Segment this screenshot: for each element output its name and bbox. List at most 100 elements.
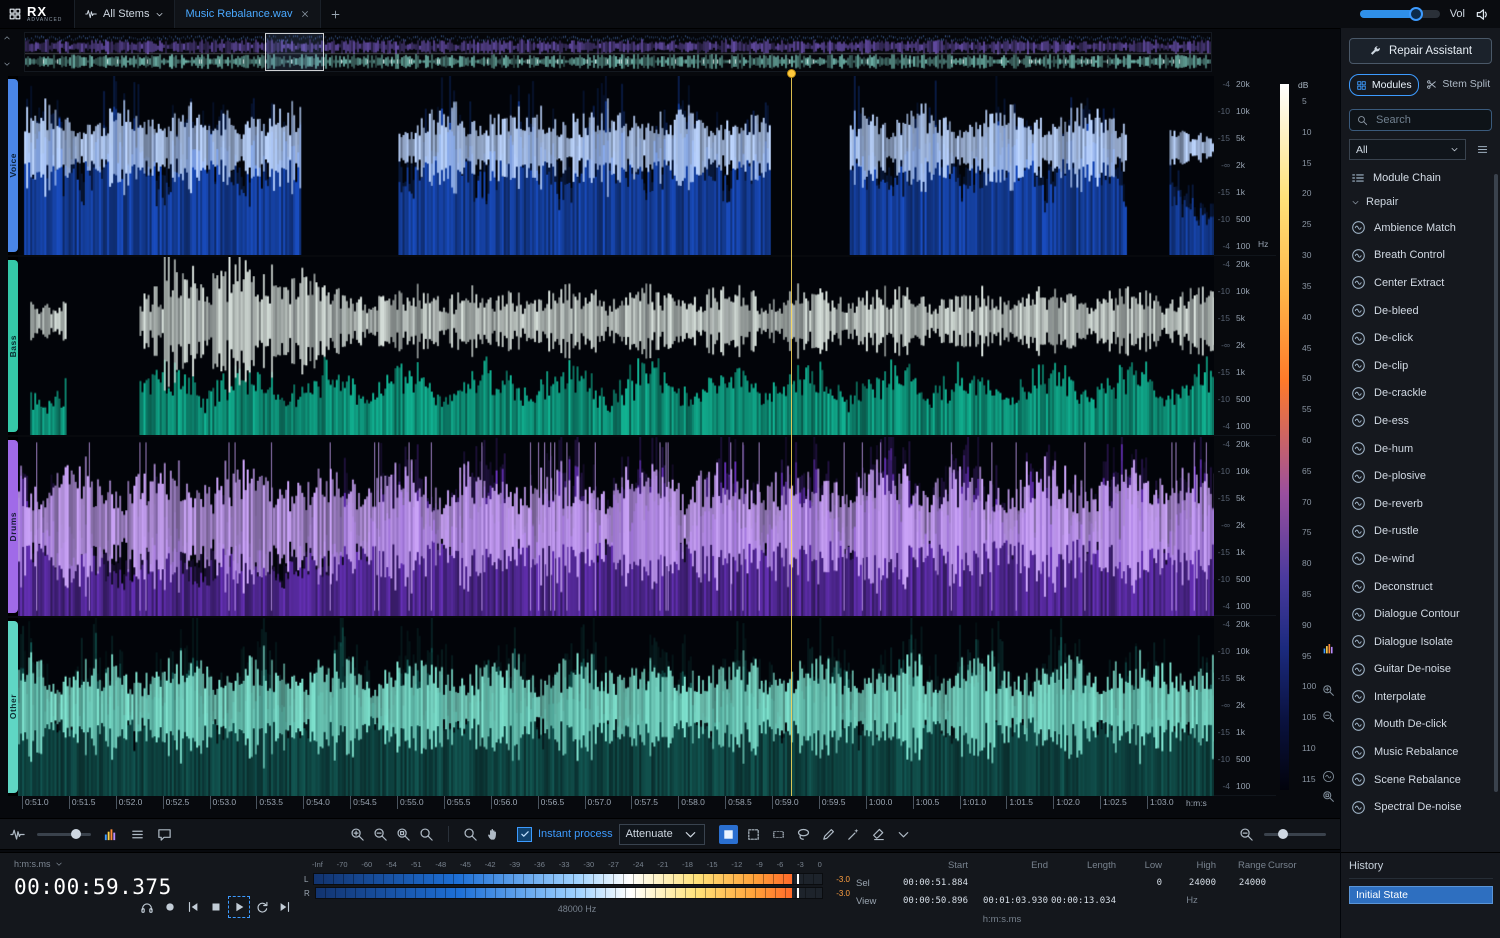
speaker-icon[interactable] [1475,7,1490,22]
range-value[interactable]: 24000 [1216,878,1266,888]
eraser-tool[interactable] [869,825,888,844]
module-search[interactable] [1349,109,1492,131]
frequency-ruler[interactable]: -420k-1010k-155k-∞2k-151k-10500-4100 -42… [1214,76,1276,796]
voice-spectrogram[interactable] [18,76,1222,255]
module-item[interactable]: Scene Rebalance [1349,766,1492,794]
tab-stem-split[interactable]: Stem Split [1425,74,1493,94]
h-zoom-knob[interactable] [1278,829,1288,839]
stem-tab-voice[interactable]: Voice [8,79,18,252]
tab-modules[interactable]: Modules [1349,74,1419,96]
time-frequency-select-tool[interactable] [719,825,738,844]
module-item[interactable]: De-click [1349,324,1492,352]
meters-panel-toggle-icon[interactable] [10,827,25,842]
history-item-selected[interactable]: Initial State [1349,886,1493,904]
spectrogram-settings-icon[interactable] [103,827,118,842]
vertical-zoom-selection-icon[interactable] [1322,790,1335,803]
expand-down-icon[interactable] [2,60,12,68]
module-chain-item[interactable]: Module Chain [1349,165,1492,191]
overview-waveform[interactable] [24,32,1212,72]
h-zoom-out-icon[interactable] [1239,827,1254,842]
module-item[interactable]: Guitar De-noise [1349,656,1492,684]
search-input[interactable] [1374,113,1484,127]
lasso-tool[interactable] [794,825,813,844]
low-value[interactable]: 0 [1118,878,1162,888]
record-button[interactable] [163,900,177,914]
module-item[interactable]: De-hum [1349,435,1492,463]
module-item[interactable]: De-plosive [1349,462,1492,490]
clip-comment-icon[interactable] [157,827,172,842]
monitor-headphones-button[interactable] [140,900,154,914]
layout-list-icon[interactable] [130,827,145,842]
module-item[interactable]: Music Rebalance [1349,738,1492,766]
module-item[interactable]: Interpolate [1349,683,1492,711]
module-item[interactable]: De-rustle [1349,518,1492,546]
overview-expand-controls[interactable] [2,34,22,68]
play-button[interactable] [232,900,246,914]
zoom-in-icon[interactable] [350,827,365,842]
sidebar-scrollbar[interactable] [1494,174,1498,792]
module-item[interactable]: De-wind [1349,545,1492,573]
spectrogram-colorbar[interactable] [1280,84,1289,790]
go-to-end-button[interactable] [278,900,292,914]
time-ruler[interactable]: 0:51.00:51.50:52.00:52.50:53.00:53.50:54… [22,796,1174,809]
module-item[interactable]: Dialogue Isolate [1349,628,1492,656]
repair-assistant-button[interactable]: Repair Assistant [1349,38,1492,64]
module-item[interactable]: De-crackle [1349,380,1492,408]
zoom-reset-icon[interactable] [419,827,434,842]
module-item[interactable]: De-clip [1349,352,1492,380]
overview-canvas[interactable] [25,33,1211,71]
module-item[interactable]: De-bleed [1349,297,1492,325]
spectrogram-waveform-blend-slider[interactable] [37,833,91,836]
fit-vertical-icon[interactable] [1322,770,1335,783]
volume-knob[interactable] [1409,7,1423,21]
hand-tool-icon[interactable] [486,827,501,842]
loop-button[interactable] [255,900,269,914]
module-item[interactable]: Breath Control [1349,242,1492,270]
spectrogram-settings-icon[interactable] [1322,642,1335,655]
tool-options-dropdown[interactable] [894,825,913,844]
high-value[interactable]: 24000 [1162,878,1216,888]
expand-up-icon[interactable] [2,34,12,42]
vertical-zoom-in-icon[interactable] [1322,684,1335,697]
repair-section-header[interactable]: Repair [1349,191,1492,213]
vertical-zoom-out-icon[interactable] [1322,710,1335,723]
new-tab-button[interactable] [321,0,349,28]
stem-tab-bass[interactable]: Bass [8,260,18,433]
overview-view-range[interactable] [265,33,324,71]
close-tab-icon[interactable] [300,9,310,19]
module-item[interactable]: Mouth De-click [1349,711,1492,739]
process-mode-select[interactable]: Attenuate [619,824,705,845]
bass-spectrogram[interactable] [18,257,1222,436]
instant-process-label[interactable]: Instant process [538,828,613,840]
file-tab[interactable]: Music Rebalance.wav [175,0,321,28]
sel-start-value[interactable]: 00:00:51.884 [888,878,968,889]
category-filter-select[interactable]: All [1349,139,1466,160]
module-item[interactable]: Deconstruct [1349,573,1492,601]
playhead[interactable] [791,76,792,796]
stem-tab-other[interactable]: Other [8,621,18,794]
time-select-tool[interactable] [744,825,763,844]
module-list-menu-button[interactable] [1472,141,1492,159]
brush-tool[interactable] [819,825,838,844]
module-item[interactable]: Ambience Match [1349,214,1492,242]
module-item[interactable]: De-ess [1349,407,1492,435]
stems-dropdown[interactable]: All Stems [75,0,175,28]
stop-button[interactable] [209,900,223,914]
volume-slider[interactable] [1360,10,1440,18]
zoom-out-icon[interactable] [373,827,388,842]
module-item[interactable]: Dialogue Contour [1349,600,1492,628]
go-to-start-button[interactable] [186,900,200,914]
drums-spectrogram[interactable] [18,437,1222,616]
other-spectrogram[interactable] [18,618,1222,797]
sel-length-value[interactable] [1048,878,1116,889]
sel-end-value[interactable] [968,878,1048,889]
module-item[interactable]: Spectral De-noise [1349,793,1492,821]
frequency-select-tool[interactable] [769,825,788,844]
module-item[interactable]: De-reverb [1349,490,1492,518]
stem-tab-drums[interactable]: Drums [8,440,18,613]
time-format-dropdown[interactable]: h:m:s.ms [14,859,140,869]
magnify-tool-icon[interactable] [463,827,478,842]
blend-slider-knob[interactable] [71,829,81,839]
module-item[interactable]: Center Extract [1349,269,1492,297]
instant-process-checkbox[interactable] [517,827,532,842]
